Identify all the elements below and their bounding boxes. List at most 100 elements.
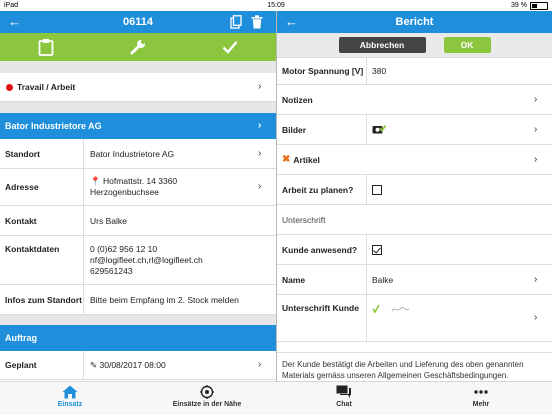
battery-percent: 39 % [511, 2, 527, 9]
spacer [0, 315, 276, 325]
chevron-right-icon: › [534, 153, 538, 165]
report-title: Bericht [395, 16, 434, 28]
tab-chat[interactable]: Chat [294, 385, 394, 408]
back-arrow-icon[interactable]: ← [8, 14, 21, 30]
articles-label: Artikel [293, 154, 320, 165]
contact-value: Urs Balke [90, 215, 127, 226]
chevron-right-icon: › [534, 93, 538, 105]
name-value[interactable]: Balke [367, 275, 393, 285]
name-label: Name [277, 265, 367, 294]
notes-row[interactable]: Notizen › [277, 85, 552, 115]
chevron-right-icon: › [534, 123, 538, 135]
report-pane: ← Bericht Abbrechen OK Motor Spannung [V… [277, 11, 552, 381]
battery-icon [530, 1, 548, 10]
cancel-button[interactable]: Abbrechen [338, 37, 426, 53]
battery-indicator: 39 % [511, 0, 548, 11]
left-navbar: ← 06114 [0, 11, 276, 33]
job-status-row[interactable]: Travail / Arbeit › [0, 73, 276, 102]
clipboard-icon[interactable] [36, 37, 56, 57]
contact-details-row[interactable]: Kontaktdaten 0 (0)62 956 12 10 nf@logifl… [0, 236, 276, 285]
planned-row[interactable]: Geplant ✎ 30/08/2017 08:00 › [0, 351, 276, 380]
chevron-right-icon: › [534, 312, 538, 323]
clock: 15:09 [267, 2, 285, 9]
copy-icon[interactable] [230, 15, 242, 29]
chevron-right-icon: › [258, 181, 262, 192]
job-status-label: Travail / Arbeit [17, 82, 76, 92]
address-row[interactable]: Adresse 📍 Hofmattstr. 14 3360 Herzogenbu… [0, 169, 276, 206]
chevron-right-icon: › [258, 359, 262, 370]
camera-icon [372, 124, 387, 133]
address-street: Hofmattstr. 14 3360 [102, 176, 178, 186]
map-pin-icon: 📍 [90, 176, 101, 186]
pencil-icon: ✎ [90, 359, 98, 370]
report-button-bar: Abbrechen OK [277, 33, 552, 58]
tab-einsatz[interactable]: Einsatz [20, 385, 120, 408]
site-info-value: Bitte beim Empfang im 2. Stock melden [90, 294, 239, 305]
contact-label: Kontakt [0, 206, 84, 235]
more-icon [474, 390, 488, 394]
motor-voltage-label: Motor Spannung [V] [277, 58, 367, 84]
chevron-right-icon: › [534, 273, 538, 285]
signature-section-row: Unterschrift [277, 205, 552, 235]
chevron-right-icon: › [258, 81, 262, 92]
location-label: Standort [0, 139, 84, 168]
motor-voltage-row[interactable]: Motor Spannung [V] 380 [277, 58, 552, 85]
planned-label: Geplant [0, 351, 84, 379]
checkmark-icon[interactable] [220, 37, 240, 57]
tab-nearby[interactable]: Einsätze in der Nähe [157, 385, 257, 408]
job-detail-pane: ← 06114 Travail / Arbeit › Bator Industr… [0, 11, 276, 381]
location-row[interactable]: Standort Bator Industrietore AG › [0, 139, 276, 169]
name-row[interactable]: Name Balke › [277, 265, 552, 295]
images-row[interactable]: Bilder › [277, 115, 552, 145]
contact-row[interactable]: Kontakt Urs Balke [0, 206, 276, 236]
work-to-plan-checkbox[interactable] [372, 184, 382, 195]
trash-icon[interactable] [251, 15, 263, 29]
chat-icon [336, 385, 351, 398]
phone-number[interactable]: 0 (0)62 956 12 10 [90, 244, 157, 254]
spacer [0, 61, 276, 73]
job-number-title: 06114 [123, 16, 153, 28]
home-icon [62, 385, 78, 399]
work-to-plan-label: Arbeit zu planen? [277, 175, 367, 204]
left-toolbar [0, 33, 276, 61]
status-dot-icon [6, 83, 13, 91]
images-label: Bilder [277, 115, 367, 144]
tab-bar: Einsatz Einsätze in der Nähe Chat Mehr [0, 381, 552, 415]
site-info-label: Infos zum Standort [0, 285, 84, 314]
work-to-plan-row[interactable]: Arbeit zu planen? [277, 175, 552, 205]
address-label: Adresse [0, 169, 84, 205]
order-section-header: Auftrag [0, 325, 276, 351]
tools-icon: ✖ [282, 154, 291, 165]
mobile-number[interactable]: 629561243 [90, 266, 133, 276]
customer-present-row[interactable]: Kunde anwesend? [277, 235, 552, 265]
order-title: Auftrag [5, 333, 37, 343]
address-city: Herzogenbuchsee [90, 187, 159, 197]
signature-section-label: Unterschrift [282, 214, 326, 225]
articles-row[interactable]: ✖ Artikel › [277, 145, 552, 175]
spacer [0, 102, 276, 113]
customer-present-label: Kunde anwesend? [277, 235, 367, 264]
email-addresses[interactable]: nf@logifleet.ch,rl@logifleet.ch [90, 255, 203, 265]
location-icon [200, 385, 214, 399]
planned-date: 30/08/2017 08:00 [99, 359, 166, 370]
motor-voltage-value[interactable]: 380 [367, 66, 386, 76]
right-navbar: ← Bericht [277, 11, 552, 33]
site-info-row[interactable]: Infos zum Standort Bitte beim Empfang im… [0, 285, 276, 315]
back-arrow-icon[interactable]: ← [285, 14, 298, 30]
terms-text: Der Kunde bestätigt die Arbeiten und Lie… [277, 352, 552, 381]
customer-present-checkbox[interactable] [372, 244, 382, 255]
tab-more[interactable]: Mehr [431, 385, 531, 408]
status-bar: iPad 15:09 39 % [0, 0, 552, 11]
contact-details-label: Kontaktdaten [0, 236, 84, 284]
location-value: Bator Industrietore AG [90, 148, 175, 159]
wrench-icon[interactable] [128, 37, 148, 57]
chevron-right-icon: › [258, 147, 262, 159]
signature-image [372, 304, 410, 314]
customer-name: Bator Industrietore AG [5, 121, 102, 131]
notes-label: Notizen [282, 94, 313, 105]
customer-signature-label: Unterschrift Kunde [277, 295, 367, 341]
chevron-right-icon: › [258, 120, 262, 131]
ok-button[interactable]: OK [443, 37, 491, 53]
customer-signature-row[interactable]: Unterschrift Kunde › [277, 295, 552, 342]
customer-section-header[interactable]: Bator Industrietore AG › [0, 113, 276, 139]
